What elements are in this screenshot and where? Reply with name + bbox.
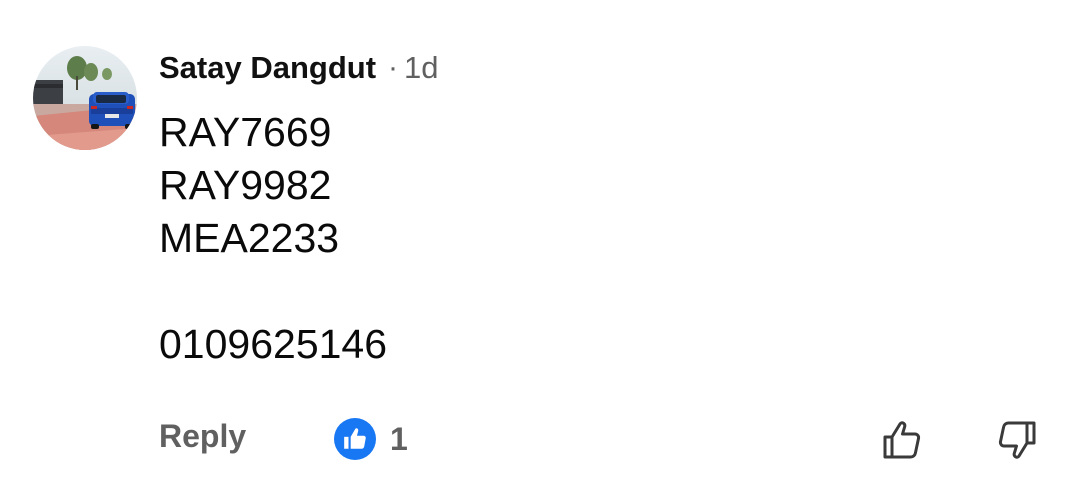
like-count: 1 bbox=[390, 420, 408, 457]
thumbs-down-outline-icon[interactable] bbox=[995, 418, 1039, 462]
comment-text: RAY7669 RAY9982 MEA2233 0109625146 bbox=[159, 106, 387, 371]
avatar-photo bbox=[33, 46, 137, 150]
comment-line: RAY7669 bbox=[159, 109, 332, 155]
meta-separator: · bbox=[388, 51, 399, 84]
author-name[interactable]: Satay Dangdut bbox=[159, 50, 376, 86]
thumbs-up-outline-icon[interactable] bbox=[880, 418, 924, 462]
reply-button[interactable]: Reply bbox=[159, 418, 246, 455]
comment-line: RAY9982 bbox=[159, 162, 332, 208]
comment-line bbox=[159, 265, 387, 318]
comment-timestamp[interactable]: 1d bbox=[404, 50, 438, 86]
comment-header: Satay Dangdut · 1d bbox=[159, 46, 439, 90]
comment-card: Satay Dangdut · 1d RAY7669 RAY9982 MEA22… bbox=[0, 0, 1080, 483]
comment-line: 0109625146 bbox=[159, 321, 388, 367]
comment-line: MEA2233 bbox=[159, 215, 340, 261]
avatar[interactable] bbox=[33, 46, 137, 150]
thumbs-up-icon bbox=[334, 418, 376, 460]
like-summary: 1 bbox=[334, 418, 408, 460]
